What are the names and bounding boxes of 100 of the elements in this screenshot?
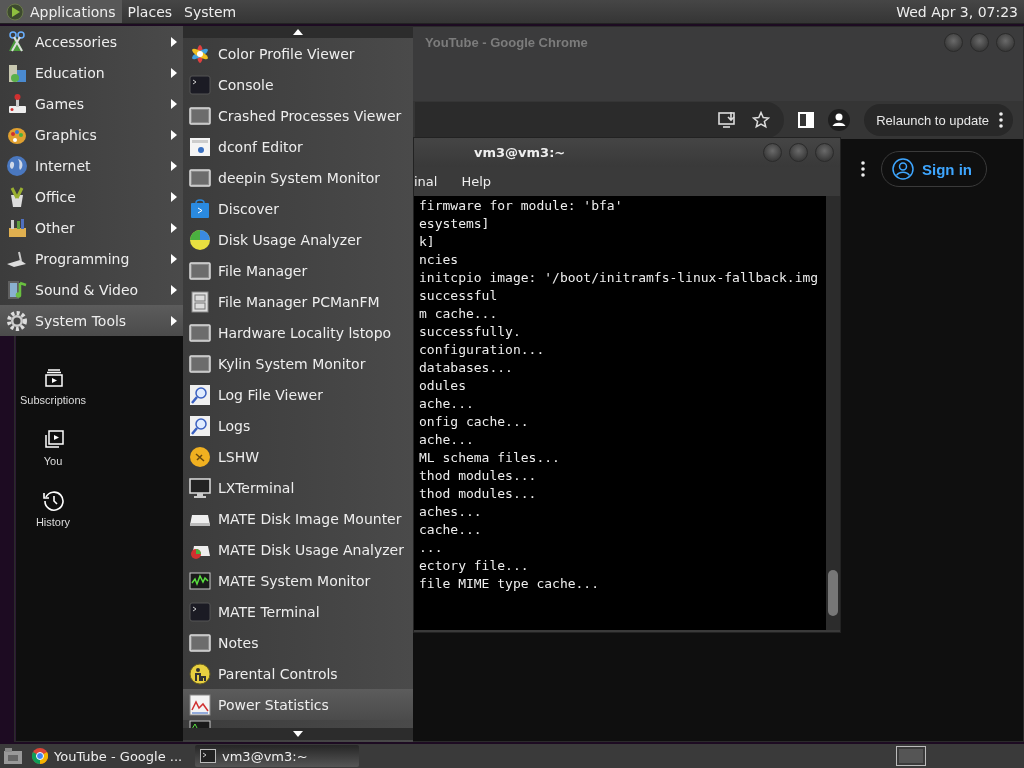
sidebar-item[interactable]: History: [35, 489, 71, 528]
terminal-line: initcpio image: '/boot/initramfs-linux-fallback.img: [419, 269, 820, 287]
menu-item[interactable]: deepin System Monitor: [183, 162, 413, 193]
shopping-bag-icon: [189, 197, 211, 220]
terminal-line: ache...: [419, 431, 475, 449]
menu-item[interactable]: Other: [0, 212, 183, 243]
menu-item[interactable]: Office: [0, 181, 183, 212]
window-button[interactable]: [815, 143, 834, 162]
panel-menu[interactable]: Places: [121, 0, 179, 23]
app-icon: [6, 92, 28, 115]
menu-item[interactable]: Kylin System Monitor: [183, 348, 413, 379]
menu-item[interactable]: Crashed Processes Viewer: [183, 100, 413, 131]
menu-item[interactable]: Logs: [183, 410, 413, 441]
menu-item[interactable]: Parental Controls: [183, 658, 413, 689]
menu-item[interactable]: Notes: [183, 627, 413, 658]
terminal-line: cache...: [419, 521, 483, 539]
terminal-line: successful: [419, 287, 499, 305]
menu-item[interactable]: MATE Disk Image Mounter: [183, 503, 413, 534]
logo-icon: [6, 2, 24, 21]
menu-item[interactable]: Disk Usage Analyzer: [183, 224, 413, 255]
app-icon: [6, 278, 28, 301]
terminal-line: ...: [419, 539, 444, 557]
show-desktop-icon[interactable]: [3, 747, 23, 765]
terminal-line: ectory file...: [419, 557, 530, 575]
terminal-line: databases...: [419, 359, 514, 377]
person-icon: [189, 662, 211, 685]
sidebar-item[interactable]: You: [41, 428, 65, 467]
down-arrow-icon: [293, 731, 303, 737]
star-icon[interactable]: [752, 111, 771, 129]
workspace-switcher[interactable]: [896, 746, 926, 766]
side-panel-icon[interactable]: [798, 112, 815, 128]
submenu-arrow-icon: [171, 284, 177, 295]
terminal-icon: [200, 749, 216, 763]
terminal-line: odules: [419, 377, 467, 395]
menu-item[interactable]: Accessories: [0, 26, 183, 57]
terminal-line: m cache...: [419, 305, 499, 323]
menu-item[interactable]: Games: [0, 88, 183, 119]
taskbar-button[interactable]: vm3@vm3:~: [195, 745, 359, 767]
menu-item[interactable]: dconf Editor: [183, 131, 413, 162]
menu-item[interactable]: Programming: [0, 243, 183, 274]
submenu-arrow-icon: [171, 129, 177, 140]
menu-item[interactable]: LXTerminal: [183, 472, 413, 503]
menu-item[interactable]: Sound & Video: [0, 274, 183, 305]
menu-item[interactable]: inal: [414, 172, 438, 191]
menu-item[interactable]: Discover: [183, 193, 413, 224]
profile-icon[interactable]: [828, 109, 851, 131]
window-button[interactable]: [789, 143, 808, 162]
terminal-line: k]: [419, 233, 436, 251]
submenu-arrow-icon: [171, 222, 177, 233]
menu-item[interactable]: MATE System Monitor: [183, 565, 413, 596]
menu-item[interactable]: Power Statistics: [183, 689, 413, 720]
window-icon: [189, 104, 211, 127]
menu-item[interactable]: System Tools: [0, 305, 183, 336]
menu-item[interactable]: MATE Terminal: [183, 596, 413, 627]
taskbar-button[interactable]: YouTube - Google ...: [27, 745, 191, 767]
terminal-icon: [189, 73, 211, 96]
flower-icon: [189, 42, 211, 65]
window-title: YouTube - Google Chrome: [425, 34, 588, 50]
terminal-line: ncies: [419, 251, 460, 269]
window-button[interactable]: [996, 32, 1015, 52]
scrollbar-thumb[interactable]: [828, 570, 838, 616]
window-button[interactable]: [944, 32, 963, 52]
menu-item[interactable]: LSHW: [183, 441, 413, 472]
window-icon: [189, 352, 211, 375]
terminal-line: ache...: [419, 395, 475, 413]
panel-menu[interactable]: Applications: [0, 0, 122, 23]
scrollbar[interactable]: [826, 196, 840, 630]
chrome-icon: [32, 748, 48, 764]
clock: Wed Apr 3, 07:23: [896, 3, 1019, 20]
user-icon: [892, 158, 914, 180]
terminal-line: esystems]: [419, 215, 491, 233]
terminal-line: thod modules...: [419, 467, 538, 485]
menu-item[interactable]: Hardware Locality lstopo: [183, 317, 413, 348]
history-icon: [41, 489, 65, 511]
submenu-arrow-icon: [171, 191, 177, 202]
relaunch-button[interactable]: Relaunch to update: [864, 104, 1013, 136]
menu-item[interactable]: Log File Viewer: [183, 379, 413, 410]
menu-item[interactable]: Graphics: [0, 119, 183, 150]
menu-item[interactable]: Internet: [0, 150, 183, 181]
menu-item[interactable]: Color Profile Viewer: [183, 38, 413, 69]
sidebar-item[interactable]: Subscriptions: [19, 367, 86, 406]
window-title: vm3@vm3:~: [474, 145, 566, 160]
terminal-line: configuration...: [419, 341, 546, 359]
terminal-line: onfig cache...: [419, 413, 530, 431]
window-icon: [189, 166, 211, 189]
menu-item[interactable]: File Manager: [183, 255, 413, 286]
menu-item[interactable]: MATE Disk Usage Analyzer: [183, 534, 413, 565]
app-icon: [6, 30, 28, 53]
panel-menu[interactable]: System: [178, 0, 243, 23]
more-icon[interactable]: [861, 161, 865, 177]
menu-item[interactable]: Console: [183, 69, 413, 100]
menu-item[interactable]: Education: [0, 57, 183, 88]
menu-item[interactable]: File Manager PCManFM: [183, 286, 413, 317]
window-button[interactable]: [763, 143, 782, 162]
submenu-arrow-icon: [171, 67, 177, 78]
editor-icon: [189, 135, 211, 158]
graph-icon: [189, 720, 211, 728]
graph-icon: [189, 569, 211, 592]
menu-item[interactable]: Help: [461, 172, 492, 191]
window-button[interactable]: [970, 32, 989, 52]
